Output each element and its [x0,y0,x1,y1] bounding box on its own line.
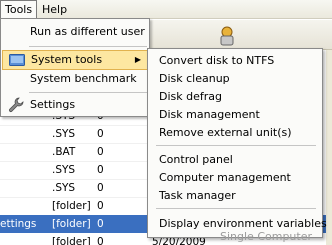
menu-item-disk-management[interactable]: Disk management [159,106,260,123]
menu-separator [29,46,147,47]
menu-bar: Tools Help [0,0,332,19]
menu-item-disk-cleanup[interactable]: Disk cleanup [159,70,230,87]
vertical-scrollbar[interactable] [326,50,332,245]
menu-item-control-panel[interactable]: Control panel [159,151,233,168]
tools-menu: Run as different user System tools ▶ Sys… [0,18,150,117]
cleanup-toolbar-icon[interactable] [216,25,238,47]
menu-item-computer-management[interactable]: Computer management [159,169,291,186]
watermark: Single Computer [220,230,312,243]
menu-item-run-as-different-user[interactable]: Run as different user [2,22,148,42]
menu-item-disk-defrag[interactable]: Disk defrag [159,88,222,105]
menu-separator [156,145,316,146]
menu-separator [156,208,316,209]
menu-separator [29,92,147,93]
wrench-icon [8,97,24,113]
menu-item-task-manager[interactable]: Task manager [159,187,236,204]
submenu-arrow-icon: ▶ [134,55,141,64]
toolbar [150,20,332,50]
menu-help[interactable]: Help [38,0,71,19]
menu-item-convert-disk-ntfs[interactable]: Convert disk to NTFS [159,52,274,69]
menu-item-settings[interactable]: Settings [2,95,148,115]
system-tools-submenu: Convert disk to NTFS Disk cleanup Disk d… [147,48,327,238]
menu-item-remove-external-units[interactable]: Remove external unit(s) [159,124,292,141]
menu-item-system-benchmark[interactable]: System benchmark [2,69,148,89]
menu-tools[interactable]: Tools [0,0,38,19]
menu-item-system-tools[interactable]: System tools ▶ [2,50,148,70]
system-tools-icon [9,54,25,66]
